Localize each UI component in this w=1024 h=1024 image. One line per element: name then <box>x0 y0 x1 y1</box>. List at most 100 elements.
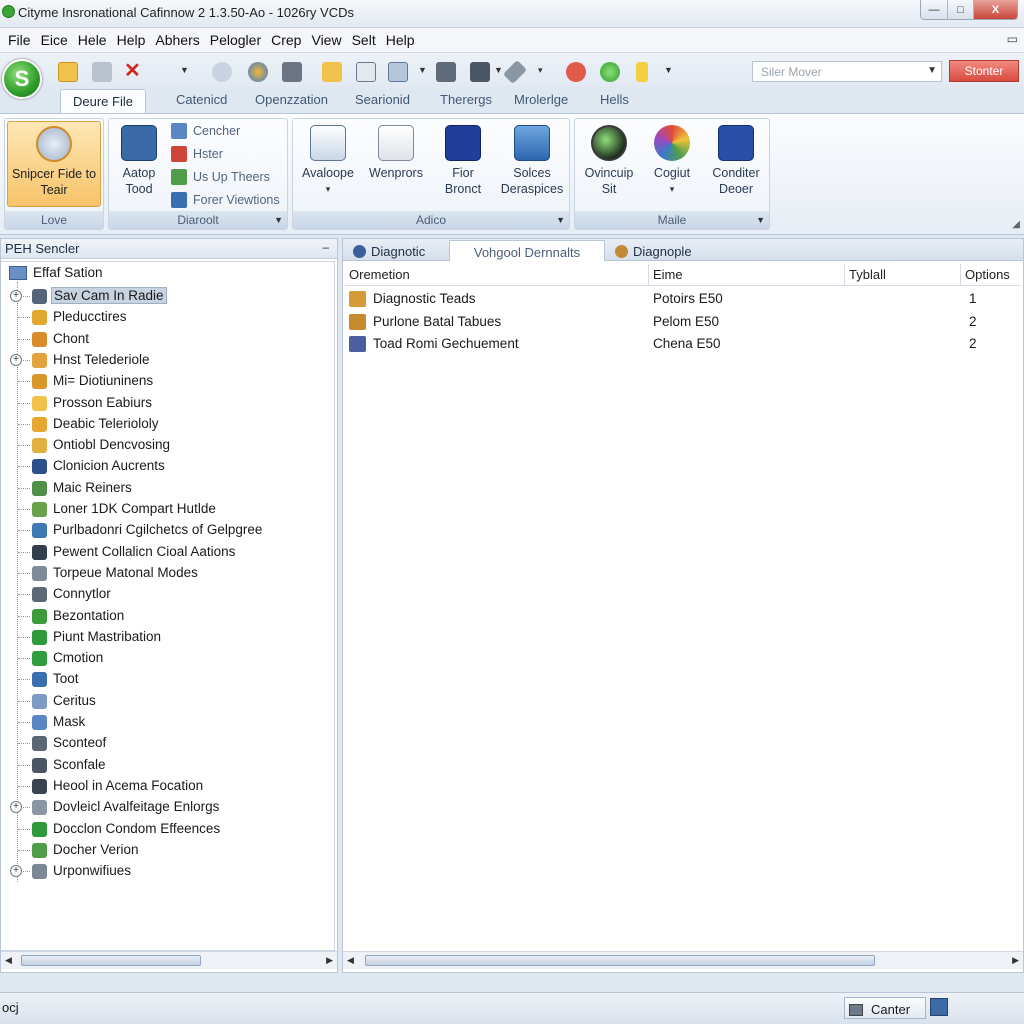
app-orb-button[interactable]: S <box>2 59 42 99</box>
menu-edit[interactable]: Eice <box>37 32 74 48</box>
tree-item[interactable]: Mi= Diotiuninens <box>1 371 331 392</box>
horizontal-scrollbar[interactable]: ◀ ▶ <box>1 951 337 969</box>
dialog-launcher-icon[interactable]: ▼ <box>274 211 283 229</box>
expand-toggle-icon[interactable]: + <box>10 865 22 878</box>
tab-vohgool-dernnalts[interactable]: Vohgool Dernnalts <box>449 240 605 261</box>
folder-open-icon[interactable] <box>322 62 342 82</box>
printer-icon[interactable] <box>470 62 490 82</box>
menu-hele[interactable]: Hele <box>74 32 113 48</box>
minimize-button[interactable]: — <box>921 0 947 19</box>
expand-toggle-icon[interactable]: + <box>10 801 22 814</box>
tree-item[interactable]: + Hnst Telederiole <box>1 350 331 371</box>
menu-help-2[interactable]: Help <box>382 32 421 48</box>
tree-item[interactable]: Docher Verion <box>1 840 331 861</box>
tree-root[interactable]: Effaf Sation <box>9 265 103 280</box>
menu-crep[interactable]: Crep <box>267 32 307 48</box>
list-icon[interactable] <box>388 62 408 82</box>
refresh-icon[interactable] <box>600 62 620 82</box>
tree-item[interactable]: Connytlor <box>1 584 331 605</box>
monitor-icon[interactable] <box>930 998 948 1016</box>
scrollbar-thumb[interactable] <box>21 955 201 966</box>
pin-icon[interactable]: – <box>322 240 329 254</box>
start-button[interactable]: Stonter <box>949 60 1019 82</box>
tools-icon[interactable] <box>92 62 112 82</box>
calculator-icon[interactable] <box>282 62 302 82</box>
window-icon[interactable] <box>356 62 376 82</box>
cencher-button[interactable]: Cencher <box>171 123 240 139</box>
dialog-launcher-icon[interactable]: ▼ <box>556 211 565 229</box>
wrench-icon[interactable] <box>502 59 528 85</box>
chevron-down-icon[interactable]: ▼ <box>418 65 427 75</box>
tree-item[interactable]: Purlbadonri Cgilchetcs of Gelpgree <box>1 520 331 541</box>
tree-item[interactable]: + Dovleicl Avalfeitage Enlorgs <box>1 797 331 818</box>
tree-item[interactable]: Ceritus <box>1 691 331 712</box>
column-header-name[interactable]: Oremetion <box>345 264 649 286</box>
scrollbar-thumb[interactable] <box>365 955 875 966</box>
menu-help[interactable]: Help <box>113 32 152 48</box>
avaloope-button[interactable]: Avaloope ▾ <box>297 121 359 197</box>
chevron-down-icon[interactable]: ▼ <box>494 65 503 75</box>
tree-item[interactable]: Piunt Mastribation <box>1 627 331 648</box>
cogiut-button[interactable]: Cogiut ▾ <box>643 121 701 197</box>
tree-item[interactable]: Sconteof <box>1 733 331 754</box>
tree-item[interactable]: Deabic Teleriololy <box>1 414 331 435</box>
chevron-down-icon[interactable]: ▼ <box>664 65 673 75</box>
tree-item[interactable]: Docclon Condom Effeences <box>1 819 331 840</box>
scroll-left-icon[interactable]: ◀ <box>347 955 354 966</box>
search-icon[interactable] <box>566 62 586 82</box>
expand-toggle-icon[interactable]: + <box>10 290 22 302</box>
conditer-deoer-button[interactable]: Conditer Deoer <box>705 121 767 197</box>
tree-item[interactable]: Sconfale <box>1 755 331 776</box>
tree-item[interactable]: Torpeue Matonal Modes <box>1 563 331 584</box>
tree-item[interactable]: + Sav Cam In Radie <box>1 286 331 307</box>
folder-icon[interactable] <box>58 62 78 82</box>
tab-diagnotic[interactable]: Diagnotic <box>347 240 431 261</box>
resize-grip-icon[interactable]: ◢ <box>1012 219 1020 230</box>
tab-searionid[interactable]: Searionid <box>355 92 410 107</box>
solces-deraspices-button[interactable]: Solces Deraspices <box>497 121 567 197</box>
canter-button[interactable]: Canter <box>844 997 926 1019</box>
alert-icon[interactable] <box>636 62 648 82</box>
menu-pelogler[interactable]: Pelogler <box>206 32 267 48</box>
tree-item[interactable]: Mask <box>1 712 331 733</box>
tree-item[interactable]: Pewent Collalicn Cioal Aations <box>1 542 331 563</box>
tab-hells[interactable]: Hells <box>600 92 629 107</box>
tab-therergs[interactable]: Therergs <box>440 92 492 107</box>
list-row[interactable]: Purlone Batal Tabues Pelom E50 2 <box>345 311 1021 333</box>
expand-toggle-icon[interactable]: + <box>10 353 22 366</box>
save-icon[interactable] <box>436 62 456 82</box>
tree-item[interactable]: Toot <box>1 669 331 690</box>
tab-openzzation[interactable]: Openzzation <box>255 92 328 107</box>
horizontal-scrollbar[interactable]: ◀ ▶ <box>343 951 1023 969</box>
ovincuip-sit-button[interactable]: Ovincuip Sit <box>579 121 639 197</box>
us-up-theers-button[interactable]: Us Up Theers <box>171 169 270 185</box>
scroll-left-icon[interactable]: ◀ <box>5 955 12 966</box>
tab-mrolerlge[interactable]: Mrolerlge <box>514 92 568 107</box>
tree-item[interactable]: Ontiobl Dencvosing <box>1 435 331 456</box>
menu-view[interactable]: View <box>307 32 347 48</box>
snipcer-fide-button[interactable]: Snipcer Fide to Teair <box>7 121 101 207</box>
forer-viewtions-button[interactable]: Forer Viewtions <box>171 192 280 208</box>
tree-item[interactable]: Prosson Eabiurs <box>1 393 331 414</box>
tab-catenicd[interactable]: Catenicd <box>176 92 227 107</box>
close-button[interactable]: X <box>973 0 1017 19</box>
search-combo[interactable]: Siler Mover ▼ <box>752 61 942 82</box>
tree-item[interactable]: Clonicion Aucrents <box>1 456 331 477</box>
tree-item[interactable]: Cmotion <box>1 648 331 669</box>
wenprors-button[interactable]: Wenprors <box>363 121 429 181</box>
tree-item[interactable]: Bezontation <box>1 606 331 627</box>
cloud-icon[interactable] <box>212 62 232 82</box>
scroll-right-icon[interactable]: ▶ <box>326 955 333 966</box>
chevron-down-icon[interactable]: ▼ <box>927 65 937 76</box>
chevron-down-icon[interactable]: ▼ <box>180 65 189 75</box>
restore-document-icon[interactable]: ▭ <box>1007 32 1018 46</box>
menu-file[interactable]: File <box>4 32 37 48</box>
tree-item[interactable]: Loner 1DK Compart Hutlde <box>1 499 331 520</box>
column-header-time[interactable]: Eime <box>649 264 845 286</box>
scroll-right-icon[interactable]: ▶ <box>1012 955 1019 966</box>
globe-icon[interactable] <box>248 62 268 82</box>
list-row[interactable]: Diagnostic Teads Potoirs E50 1 <box>345 288 1021 310</box>
hster-button[interactable]: Hster <box>171 146 223 162</box>
column-header-options[interactable]: Options <box>961 264 1021 286</box>
delete-icon[interactable]: ✕ <box>124 61 144 82</box>
